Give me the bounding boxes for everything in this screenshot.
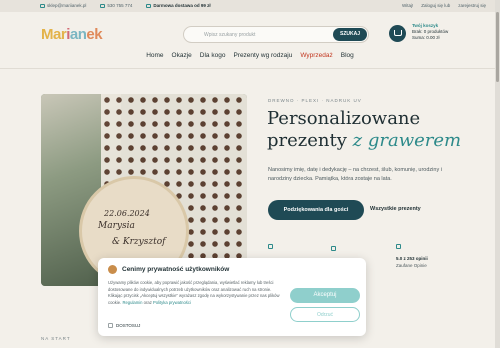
logo-part: an — [69, 26, 87, 43]
cart-summary[interactable]: Twój koszyk Brak: 0 produktów Suma: 0.00… — [412, 23, 448, 41]
top-bar: sklep@mariianek.pl 530 755 774 Darmowa d… — [0, 0, 500, 12]
all-gifts-link[interactable]: Wszystkie prezenty — [370, 206, 421, 212]
shipping-prefix: Darmowa dostawa od — [153, 3, 200, 8]
disc-date: 22.06.2024 — [104, 209, 150, 218]
logo-part: ek — [86, 26, 103, 43]
hero-title-accent: z grawerem — [352, 130, 462, 151]
shipping-info: Darmowa dostawa od 99 zł — [146, 3, 211, 8]
shipping-amount: 99 zł — [200, 3, 211, 8]
reject-button[interactable]: Odrzuć — [290, 307, 360, 322]
section-label: NA START — [41, 336, 71, 341]
customize-checkbox[interactable] — [108, 323, 113, 328]
nav-item-wyprzedaz[interactable]: Wyprzedaż — [300, 52, 332, 66]
email-link[interactable]: sklep@mariianek.pl — [40, 3, 86, 8]
shield-icon — [396, 244, 401, 249]
scrollbar[interactable] — [495, 0, 500, 348]
rating-info: 5.0 z 253 opinii Zaufane Opinie — [396, 255, 428, 269]
email-text[interactable]: sklep@mariianek.pl — [47, 3, 86, 8]
phone-text[interactable]: 530 755 774 — [107, 3, 132, 8]
hero-title-line1: Personalizowane — [267, 108, 421, 129]
cookie-body: Używamy plików cookie, aby poprawić jako… — [108, 280, 284, 306]
accept-button[interactable]: Akceptuj — [290, 288, 360, 303]
cookie-and: oraz — [143, 299, 152, 305]
hero-title-line2: prezenty — [267, 130, 347, 151]
cart-icon[interactable] — [389, 25, 406, 42]
divider — [0, 68, 500, 69]
nav-item-home[interactable]: Home — [146, 52, 163, 66]
rating-title: 5.0 z 253 opinii — [396, 256, 428, 261]
cookie-dialog: Cenimy prywatność użytkowników Używamy p… — [98, 258, 366, 336]
greeting: Witaj! — [401, 3, 414, 8]
mail-icon — [40, 3, 45, 8]
nav-item-dla-kogo[interactable]: Dla kogo — [200, 52, 226, 66]
search-input[interactable]: Wpisz szukany produkt — [204, 32, 255, 38]
cookie-icon — [108, 265, 117, 274]
main-nav: Home Okazje Dla kogo Prezenty wg rodzaju… — [0, 52, 500, 66]
header: Marianek Wpisz szukany produkt SZUKAJ Tw… — [0, 12, 500, 52]
nav-item-prezenty[interactable]: Prezenty wg rodzaju — [233, 52, 292, 66]
truck-icon — [146, 3, 152, 8]
privacy-link[interactable]: Polityka prywatności — [153, 300, 191, 305]
disc-name-2: & Krzysztof — [112, 237, 166, 247]
cookie-title: Cenimy prywatność użytkowników — [122, 266, 230, 273]
pen-icon — [268, 244, 273, 249]
register-link[interactable]: zarejestruj się — [458, 3, 486, 8]
logo-part: Mar — [41, 26, 67, 43]
nav-item-okazje[interactable]: Okazje — [172, 52, 192, 66]
rating-sub: Zaufane Opinie — [396, 263, 427, 268]
gifts-for-guests-button[interactable]: Podziękowania dla gości — [268, 200, 364, 220]
phone-link[interactable]: 530 755 774 — [100, 3, 132, 8]
search-button[interactable]: SZUKAJ — [333, 28, 367, 41]
customize-label[interactable]: DOSTOSUJ — [116, 323, 140, 328]
search-bar: Wpisz szukany produkt SZUKAJ — [183, 26, 369, 43]
hero-eyebrow: DREWNO · PLEXI · NADRUK UV — [268, 98, 362, 103]
login-link[interactable]: Zaloguj się lub — [421, 3, 450, 8]
disc-name-1: Marysia — [98, 221, 135, 231]
regulations-link[interactable]: Regulamin — [122, 300, 142, 305]
phone-icon — [100, 3, 106, 8]
logo[interactable]: Marianek — [41, 26, 103, 43]
hero-lead: Nanosimy imię, datę i dedykację – na chr… — [268, 167, 442, 182]
hero-title: Personalizowane prezenty z grawerem — [267, 108, 461, 152]
truck-icon — [331, 246, 336, 251]
cart-sum: Suma: 0.00 zł — [412, 35, 440, 40]
scrollbar-thumb[interactable] — [496, 12, 499, 82]
nav-item-blog[interactable]: Blog — [341, 52, 354, 66]
